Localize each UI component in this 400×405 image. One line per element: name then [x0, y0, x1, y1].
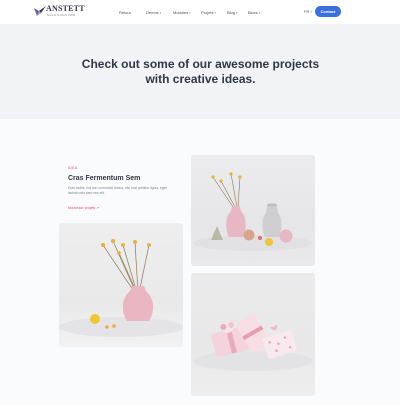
chevron-down-icon: ▾	[236, 10, 238, 15]
project-link[interactable]: Nouveaux projets ↗	[68, 206, 99, 210]
nav-item-label: Modules	[173, 9, 189, 15]
hero-section: Check out some of our awesome projects w…	[0, 24, 400, 119]
chevron-down-icon: ▾	[214, 10, 216, 15]
vases-and-objects-photo[interactable]	[191, 155, 315, 266]
bird-logo-icon	[34, 6, 46, 16]
nav-item-projets[interactable]: Projets ▾	[201, 9, 227, 16]
gift-boxes-photo[interactable]	[191, 273, 315, 396]
nav-item-demos[interactable]: Demos ▾	[146, 9, 173, 16]
language-selector[interactable]: FR ▾	[304, 9, 312, 15]
nav-item-label: Blog	[227, 9, 236, 15]
project-tag: IDEA	[68, 166, 78, 170]
chevron-down-icon: ▾	[159, 10, 162, 15]
pink-vase-illustration	[59, 239, 183, 337]
gift-boxes-illustration	[193, 314, 313, 371]
nav-item-modules[interactable]: Modules ▾	[173, 9, 201, 16]
chevron-down-icon: ▾	[310, 10, 312, 14]
hero-title: Check out some of our awesome projects w…	[81, 57, 320, 86]
nav-item-label: Projets	[201, 9, 214, 15]
nav-item-label: Demos	[146, 9, 159, 15]
project-description: Duis mollis, est non commodo luctus, nis…	[68, 186, 167, 195]
page: ANSTETT SOLUTIONS PRO Retour Demos ▾ Mod…	[0, 0, 400, 405]
contact-button[interactable]: Contact	[315, 6, 341, 17]
chevron-down-icon: ▾	[258, 10, 261, 15]
logo[interactable]: ANSTETT SOLUTIONS PRO	[33, 4, 93, 20]
logo-name: ANSTETT	[46, 4, 85, 13]
language-label: FR	[304, 9, 310, 14]
nav-item-retour[interactable]: Retour	[119, 9, 146, 16]
chevron-down-icon: ▾	[189, 10, 191, 15]
nav-item-label: Blocs	[248, 9, 258, 15]
nav-item-label: Retour	[119, 9, 132, 15]
project-title: Cras Fermentum Sem	[68, 175, 141, 182]
vases-illustration	[193, 172, 313, 251]
nav-item-blocs[interactable]: Blocs ▾	[248, 9, 268, 16]
main-nav: Retour Demos ▾ Modules ▾ Projets ▾ Blog …	[119, 9, 268, 16]
logo-tagline: SOLUTIONS PRO	[47, 13, 76, 17]
pink-vase-with-flowers-photo[interactable]	[59, 223, 183, 347]
site-header: ANSTETT SOLUTIONS PRO Retour Demos ▾ Mod…	[0, 0, 400, 24]
nav-item-blog[interactable]: Blog ▾	[227, 9, 248, 16]
